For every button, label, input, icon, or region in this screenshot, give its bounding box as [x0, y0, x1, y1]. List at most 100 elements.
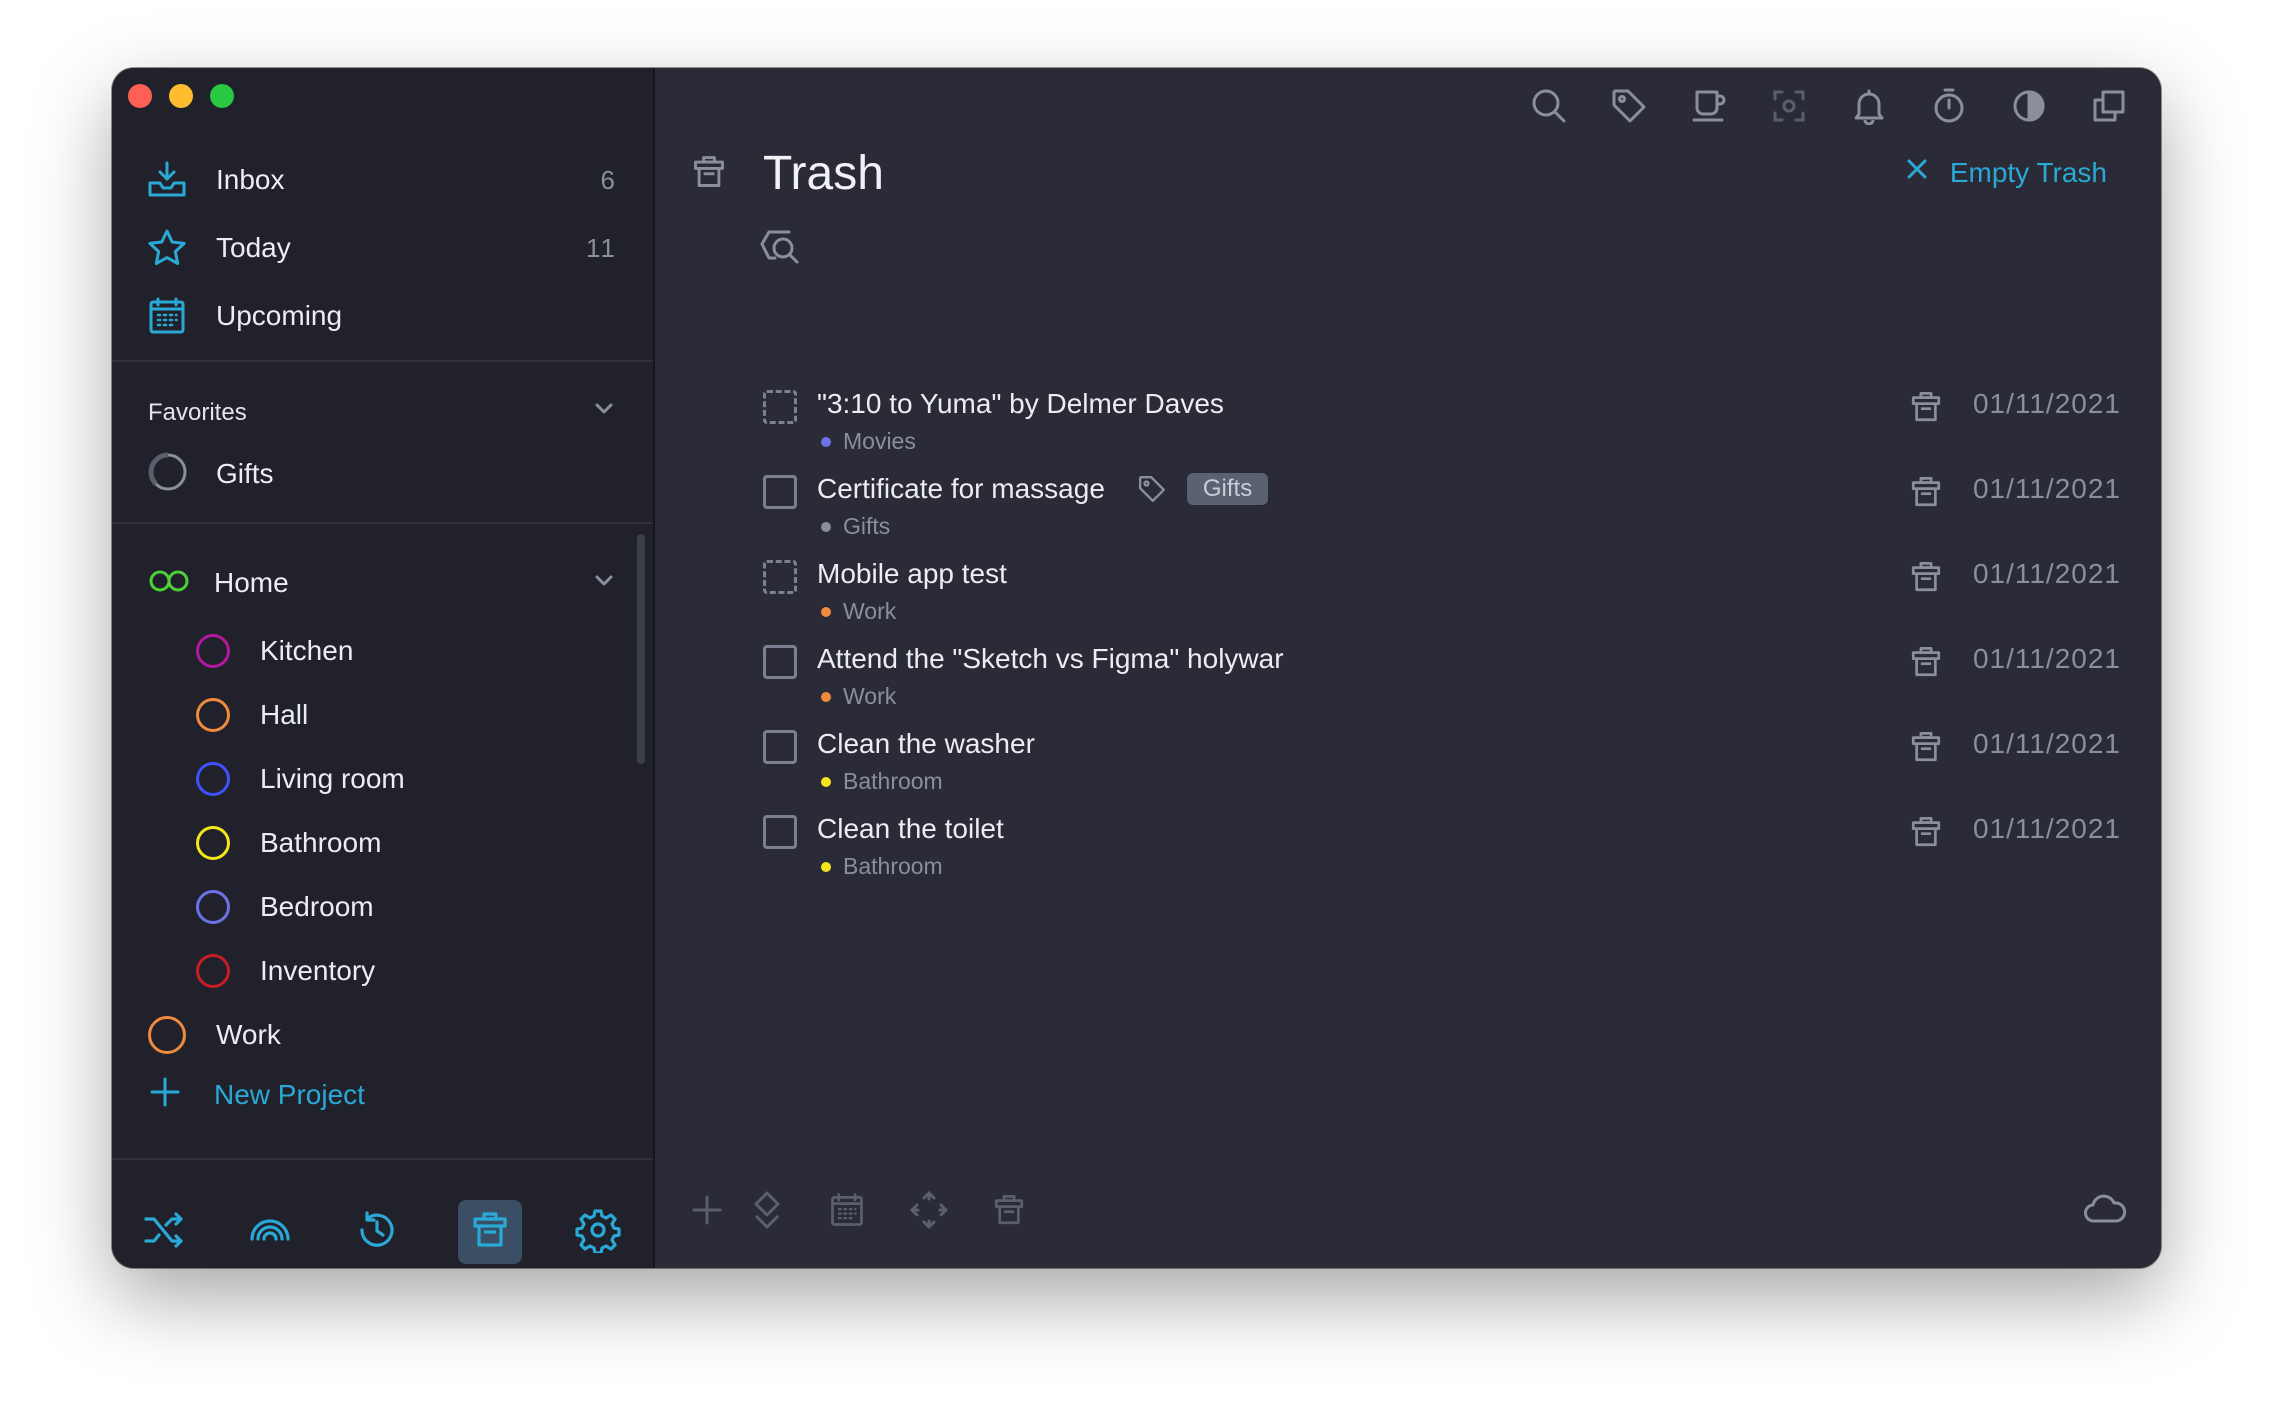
main-bottom-bar: [655, 1188, 2161, 1248]
sidebar-bottom-bar: [112, 1158, 653, 1268]
project-ring-icon: [196, 634, 230, 668]
toolbar: [1527, 86, 2131, 130]
empty-trash-button[interactable]: Empty Trash: [1904, 156, 2107, 189]
nav-today[interactable]: Today 11: [146, 218, 617, 278]
notifications-button[interactable]: [1847, 86, 1891, 130]
project-living-room[interactable]: Living room: [196, 751, 405, 807]
shuffle-icon: [141, 1207, 187, 1258]
priority-button[interactable]: [743, 1188, 791, 1236]
schedule-button[interactable]: [823, 1188, 871, 1236]
trash-icon[interactable]: [1909, 560, 1943, 599]
logbook-button[interactable]: [238, 1200, 302, 1264]
task-checkbox[interactable]: [763, 475, 797, 509]
theme-button[interactable]: [2007, 86, 2051, 130]
history-icon: [354, 1207, 400, 1258]
task-checkbox[interactable]: [763, 390, 797, 424]
focus-icon: [1771, 88, 1807, 129]
project-hall[interactable]: Hall: [196, 687, 308, 743]
tag-badge[interactable]: Gifts: [1186, 473, 1269, 505]
project-dot: [821, 521, 831, 532]
timer-button[interactable]: [1927, 86, 1971, 130]
trash-icon[interactable]: [1909, 730, 1943, 769]
tag-icon: [1610, 87, 1648, 130]
project-ring-icon: [196, 890, 230, 924]
tag-icon: [1137, 474, 1167, 504]
favorite-gifts[interactable]: Gifts: [148, 446, 274, 502]
project-ring-icon: [148, 1016, 186, 1054]
project-home[interactable]: Home: [148, 555, 617, 611]
trash-icon[interactable]: [1909, 645, 1943, 684]
task-title: Clean the washer: [817, 728, 1035, 759]
favorites-header[interactable]: Favorites: [148, 396, 617, 429]
focus-button[interactable]: [1767, 86, 1811, 130]
trash-icon: [470, 1210, 510, 1255]
trash-icon[interactable]: [1909, 475, 1943, 514]
sidebar-divider: [112, 360, 653, 362]
task-row[interactable]: Clean the washer Bathroom 01/11/2021: [763, 726, 2121, 806]
nav-inbox[interactable]: Inbox 6: [146, 150, 617, 210]
delete-button[interactable]: [985, 1188, 1033, 1236]
project-kitchen[interactable]: Kitchen: [196, 623, 353, 679]
nav-upcoming[interactable]: Upcoming: [146, 286, 617, 346]
sync-button[interactable]: [2081, 1188, 2129, 1236]
new-window-button[interactable]: [2087, 86, 2131, 130]
task-title: Clean the toilet: [817, 813, 1004, 844]
history-button[interactable]: [345, 1200, 409, 1264]
deleted-date: 01/11/2021: [1972, 473, 2121, 504]
task-title: Mobile app test: [817, 558, 1007, 589]
add-task-button[interactable]: [683, 1188, 731, 1236]
search-button[interactable]: [1527, 86, 1571, 130]
project-ring-icon: [196, 826, 230, 860]
project-bedroom[interactable]: Bedroom: [196, 879, 374, 935]
trash-icon[interactable]: [1909, 815, 1943, 854]
chevron-down-icon[interactable]: [591, 568, 617, 599]
task-row[interactable]: Attend the "Sketch vs Figma" holywar Wor…: [763, 641, 2121, 721]
tags-button[interactable]: [1607, 86, 1651, 130]
project-bathroom[interactable]: Bathroom: [196, 815, 381, 871]
task-row[interactable]: Certificate for massage Gifts Gifts 01/1…: [763, 471, 2121, 551]
task-checkbox[interactable]: [763, 815, 797, 849]
task-project: Gifts: [821, 513, 890, 540]
project-dot: [821, 776, 831, 787]
project-dot: [821, 606, 831, 617]
main-panel: Trash Empty Trash "3:10 to Yuma" by Delm…: [655, 68, 2161, 1268]
timer-icon: [1930, 87, 1968, 130]
project-work[interactable]: Work: [148, 1007, 281, 1063]
minimize-window-button[interactable]: [169, 84, 193, 108]
task-checkbox[interactable]: [763, 645, 797, 679]
settings-button[interactable]: [566, 1200, 630, 1264]
task-project: Work: [821, 598, 896, 625]
task-row[interactable]: "3:10 to Yuma" by Delmer Daves Movies 01…: [763, 386, 2121, 466]
project-inventory[interactable]: Inventory: [196, 943, 375, 999]
contrast-icon: [2011, 88, 2047, 129]
close-window-button[interactable]: [128, 84, 152, 108]
deleted-date: 01/11/2021: [1972, 813, 2121, 844]
filter-search-icon[interactable]: [759, 228, 803, 273]
bell-icon: [1850, 87, 1888, 130]
zoom-window-button[interactable]: [210, 84, 234, 108]
trash-nav-button[interactable]: [458, 1200, 522, 1264]
shuffle-button[interactable]: [132, 1200, 196, 1264]
task-row[interactable]: Clean the toilet Bathroom 01/11/2021: [763, 811, 2121, 891]
deleted-date: 01/11/2021: [1972, 728, 2121, 759]
task-project: Bathroom: [821, 853, 943, 880]
project-dot: [821, 436, 831, 447]
coffee-icon: [1690, 87, 1728, 130]
break-button[interactable]: [1687, 86, 1731, 130]
task-checkbox[interactable]: [763, 730, 797, 764]
search-icon: [1530, 87, 1568, 130]
windows-icon: [2091, 88, 2127, 129]
new-project-button[interactable]: New Project: [146, 1073, 365, 1116]
task-row[interactable]: Mobile app test Work 01/11/2021: [763, 556, 2121, 636]
task-project: Movies: [821, 428, 916, 455]
task-checkbox[interactable]: [763, 560, 797, 594]
move-icon: [909, 1190, 949, 1235]
chevron-down-icon[interactable]: [591, 396, 617, 429]
deleted-date: 01/11/2021: [1972, 643, 2121, 674]
deleted-date: 01/11/2021: [1972, 558, 2121, 589]
deleted-date: 01/11/2021: [1972, 388, 2121, 419]
trash-icon[interactable]: [1909, 390, 1943, 429]
sidebar-scrollbar[interactable]: [637, 534, 645, 764]
task-project: Work: [821, 683, 896, 710]
move-button[interactable]: [905, 1188, 953, 1236]
